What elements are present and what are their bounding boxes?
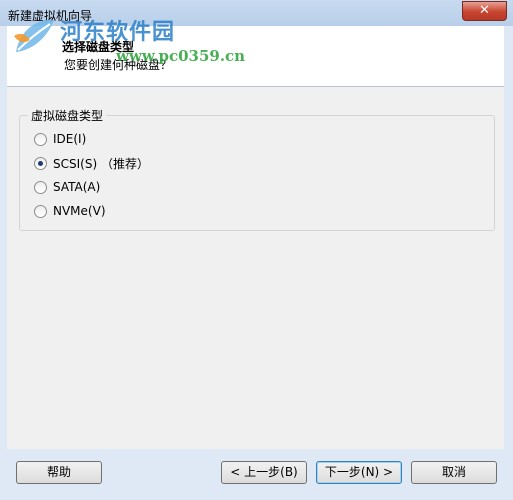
radio-scsi[interactable] [34, 156, 47, 170]
help-button[interactable]: 帮助 [16, 461, 102, 484]
option-ide[interactable]: IDE(I) [34, 130, 86, 148]
watermark-brand: 河东软件园 [60, 19, 176, 45]
disk-type-group: 虚拟磁盘类型 IDE(I) SCSI(S) （推荐） SATA(A) NVMe(… [19, 107, 495, 231]
radio-ide[interactable] [34, 132, 47, 146]
next-button[interactable]: 下一步(N) > [316, 461, 402, 484]
option-label: IDE(I) [53, 132, 87, 146]
close-button[interactable]: ✕ [462, 1, 507, 21]
option-scsi[interactable]: SCSI(S) （推荐） [34, 154, 149, 172]
cancel-button[interactable]: 取消 [411, 461, 497, 484]
close-icon: ✕ [479, 3, 490, 18]
radio-sata[interactable] [34, 180, 47, 194]
watermark-logo-icon [14, 19, 54, 52]
wizard-content: 虚拟磁盘类型 IDE(I) SCSI(S) （推荐） SATA(A) NVMe(… [7, 87, 504, 449]
option-label: NVMe(V) [53, 204, 106, 218]
option-nvme[interactable]: NVMe(V) [34, 202, 106, 220]
group-legend: 虚拟磁盘类型 [28, 107, 107, 124]
watermark-url: www.pc0359.cn [116, 47, 246, 65]
radio-nvme[interactable] [34, 204, 47, 218]
option-label: SATA(A) [53, 180, 101, 194]
option-sata[interactable]: SATA(A) [34, 178, 100, 196]
button-bar: 帮助 < 上一步(B) 下一步(N) > 取消 [0, 449, 513, 500]
back-button[interactable]: < 上一步(B) [221, 461, 307, 484]
option-label: SCSI(S) （推荐） [53, 156, 149, 171]
